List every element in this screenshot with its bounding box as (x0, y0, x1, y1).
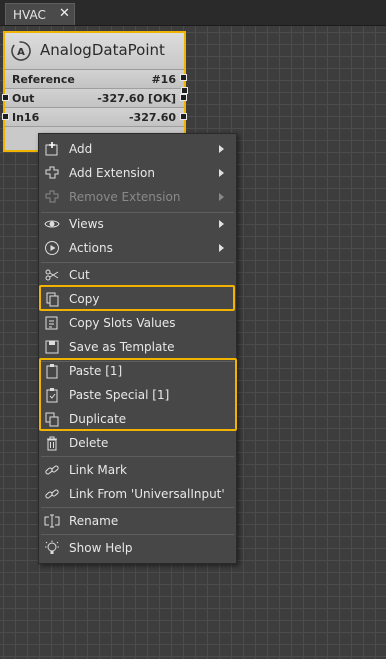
menu-separator (41, 507, 234, 508)
slot-reference[interactable]: Reference #16 (5, 70, 184, 89)
link-icon (44, 462, 60, 478)
analog-point-icon: A (10, 40, 32, 65)
menu-item-link-from[interactable]: Link From 'UniversalInput' (39, 482, 236, 506)
out-output-pin-top[interactable] (181, 87, 188, 94)
slot-value: -327.60 (128, 111, 176, 124)
menu-item-label: Actions (69, 241, 113, 255)
menu-item-label: Add (69, 142, 93, 156)
menu-item-label: Link Mark (69, 463, 127, 477)
submenu-arrow-icon (219, 193, 224, 201)
eye-icon (44, 216, 60, 232)
submenu-arrow-icon (219, 220, 224, 228)
menu-item-copy[interactable]: Copy (39, 287, 236, 311)
slot-name: In16 (12, 111, 40, 124)
menu-item-label: Show Help (69, 541, 133, 555)
menu-item-label: Save as Template (69, 340, 175, 354)
slot-name: Out (12, 92, 35, 105)
menu-item-link-mark[interactable]: Link Mark (39, 458, 236, 482)
menu-item-label: Link From 'UniversalInput' (69, 487, 225, 501)
scissors-icon (44, 267, 60, 283)
add-extension-icon (44, 165, 60, 181)
paste-icon (44, 363, 60, 379)
help-bulb-icon (44, 540, 60, 556)
remove-extension-icon (44, 189, 60, 205)
slot-in16[interactable]: In16 -327.60 (5, 108, 184, 127)
out-output-pin[interactable] (180, 94, 187, 101)
out-input-pin[interactable] (2, 94, 9, 101)
paste-special-icon (44, 387, 60, 403)
slot-name: Reference (12, 73, 75, 86)
menu-item-delete[interactable]: Delete (39, 431, 236, 455)
rename-icon (44, 513, 60, 529)
tab-hvac[interactable]: HVAC ✕ (5, 3, 75, 25)
close-icon[interactable]: ✕ (59, 6, 70, 21)
in16-output-pin[interactable] (180, 113, 187, 120)
template-icon (44, 339, 60, 355)
copy-slots-icon (44, 315, 60, 331)
menu-item-label: Cut (69, 268, 90, 282)
trash-icon (44, 435, 60, 451)
menu-item-rename[interactable]: Rename (39, 509, 236, 533)
menu-item-paste-special[interactable]: Paste Special [1] (39, 383, 236, 407)
block-title: AnalogDataPoint (40, 41, 165, 59)
slot-value: #16 (151, 73, 176, 86)
menu-item-paste[interactable]: Paste [1] (39, 359, 236, 383)
menu-item-label: Add Extension (69, 166, 155, 180)
copy-icon (44, 291, 60, 307)
reference-output-pin[interactable] (180, 74, 187, 81)
menu-item-label: Remove Extension (69, 190, 181, 204)
menu-item-save-as-template[interactable]: Save as Template (39, 335, 236, 359)
add-icon (44, 141, 60, 157)
menu-item-duplicate[interactable]: Duplicate (39, 407, 236, 431)
menu-item-add[interactable]: Add (39, 137, 236, 161)
svg-text:A: A (17, 47, 25, 58)
menu-separator (41, 456, 234, 457)
tab-bar: HVAC ✕ (0, 0, 386, 26)
play-icon (44, 240, 60, 256)
menu-item-label: Duplicate (69, 412, 127, 426)
menu-item-label: Copy Slots Values (69, 316, 176, 330)
menu-item-label: Rename (69, 514, 119, 528)
tab-label: HVAC (13, 8, 46, 22)
submenu-arrow-icon (219, 169, 224, 177)
slot-out[interactable]: Out -327.60 [OK] (5, 89, 184, 108)
link-from-icon (44, 486, 60, 502)
menu-item-show-help[interactable]: Show Help (39, 536, 236, 560)
in16-input-pin[interactable] (2, 113, 9, 120)
duplicate-icon (44, 411, 60, 427)
submenu-arrow-icon (219, 145, 224, 153)
menu-item-views[interactable]: Views (39, 212, 236, 236)
menu-item-label: Copy (69, 292, 100, 306)
context-menu: Add Add Extension Remove Extension Views… (38, 133, 237, 564)
menu-item-label: Paste Special [1] (69, 388, 170, 402)
menu-item-label: Delete (69, 436, 109, 450)
menu-separator (41, 534, 234, 535)
slot-value: -327.60 [OK] (97, 92, 176, 105)
menu-item-copy-slots-values[interactable]: Copy Slots Values (39, 311, 236, 335)
menu-item-label: Paste [1] (69, 364, 123, 378)
menu-item-label: Views (69, 217, 104, 231)
block-header[interactable]: A AnalogDataPoint (5, 33, 184, 70)
submenu-arrow-icon (219, 244, 224, 252)
menu-item-remove-extension[interactable]: Remove Extension (39, 185, 236, 209)
menu-item-actions[interactable]: Actions (39, 236, 236, 260)
menu-item-cut[interactable]: Cut (39, 263, 236, 287)
menu-item-add-extension[interactable]: Add Extension (39, 161, 236, 185)
